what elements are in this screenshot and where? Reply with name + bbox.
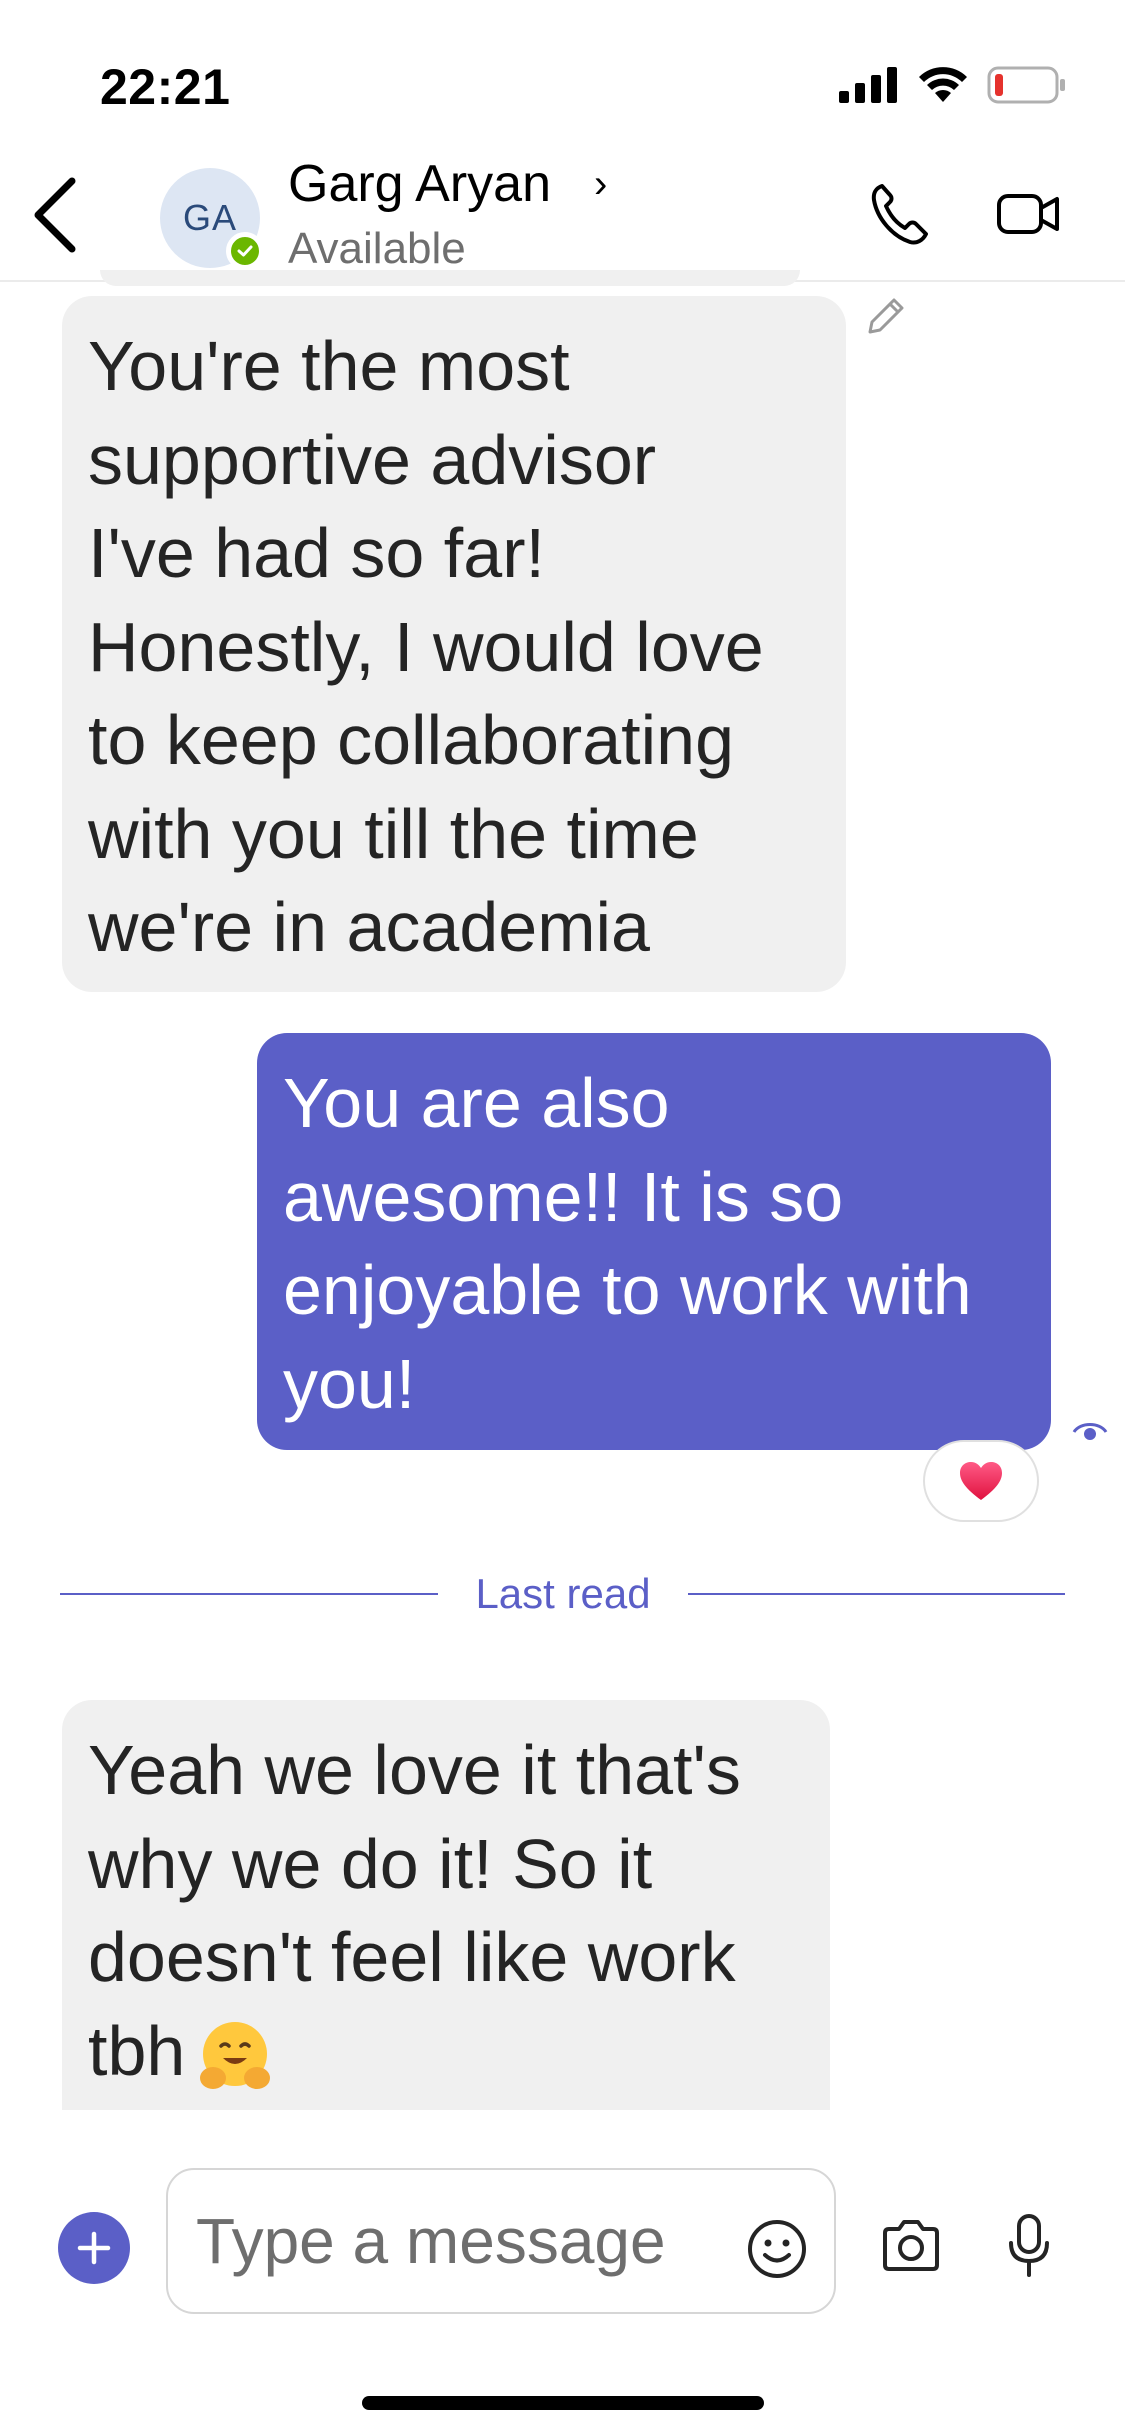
status-time: 22:21 bbox=[100, 59, 231, 115]
hugging-face-emoji-icon bbox=[200, 2022, 271, 2090]
battery-low-icon bbox=[987, 66, 1065, 104]
wifi-icon bbox=[919, 67, 967, 102]
heart-icon bbox=[960, 1462, 1002, 1500]
back-button[interactable] bbox=[20, 170, 90, 260]
compose-bar bbox=[0, 2110, 1125, 2314]
heart-reaction[interactable] bbox=[923, 1440, 1039, 1522]
seen-eye-icon bbox=[1072, 1423, 1108, 1440]
microphone-button[interactable] bbox=[994, 2206, 1064, 2286]
phone-call-icon bbox=[871, 184, 928, 245]
microphone-icon bbox=[1009, 2214, 1049, 2277]
cellular-signal-icon bbox=[839, 67, 897, 103]
presence-available-badge bbox=[226, 232, 264, 270]
status-icons bbox=[839, 66, 1067, 104]
video-call-button[interactable] bbox=[984, 174, 1074, 254]
camera-button[interactable] bbox=[876, 2210, 946, 2280]
chat-header: GA Garg Aryan › Available bbox=[0, 140, 1125, 282]
emoji-button[interactable] bbox=[742, 2214, 812, 2284]
previous-message-bubble bbox=[100, 270, 800, 286]
check-icon bbox=[237, 245, 253, 257]
incoming-message[interactable]: You're the most supportive advisor I've … bbox=[62, 296, 846, 992]
camera-icon bbox=[883, 2220, 939, 2271]
last-read-divider-right bbox=[688, 1593, 1065, 1595]
message-text: Yeah we love it that's why we do it! So … bbox=[88, 1731, 741, 2090]
incoming-message[interactable]: Yeah we love it that's why we do it! So … bbox=[62, 1700, 830, 2120]
outgoing-message[interactable]: You are also awesome!! It is so enjoyabl… bbox=[257, 1033, 1051, 1450]
add-icon bbox=[77, 2231, 111, 2265]
audio-call-button[interactable] bbox=[860, 174, 940, 254]
contact-status: Available bbox=[288, 224, 466, 273]
chat-screen: 22:21 GA Garg Aryan › Available You're t… bbox=[0, 0, 1125, 2436]
last-read-divider-left bbox=[60, 1593, 438, 1595]
last-read-label: Last read bbox=[475, 1570, 651, 1617]
add-attachment-button[interactable] bbox=[58, 2212, 130, 2284]
emoji-icon bbox=[748, 2220, 806, 2278]
edited-pencil-icon bbox=[868, 298, 904, 334]
video-call-icon bbox=[997, 194, 1059, 234]
contact-name[interactable]: Garg Aryan bbox=[288, 154, 551, 214]
home-indicator[interactable] bbox=[362, 2396, 764, 2410]
chevron-left-icon bbox=[34, 177, 76, 253]
message-input[interactable] bbox=[166, 2168, 836, 2314]
contact-details-chevron-icon[interactable]: › bbox=[594, 162, 607, 207]
